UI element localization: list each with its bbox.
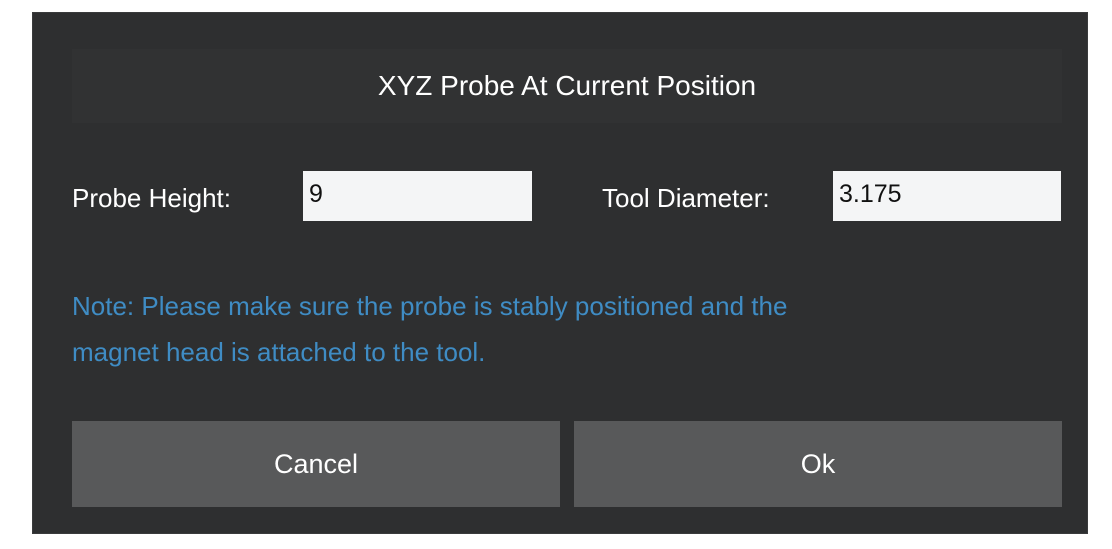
tool-diameter-label: Tool Diameter: xyxy=(602,183,770,213)
ok-button-label: Ok xyxy=(800,448,836,479)
probe-dialog: XYZ Probe At Current Position Probe Heig… xyxy=(32,12,1088,534)
probe-note-line-1: Note: Please make sure the probe is stab… xyxy=(72,291,788,321)
dialog-title-bar: XYZ Probe At Current Position xyxy=(72,49,1062,123)
probe-height-label: Probe Height: xyxy=(72,183,231,213)
cancel-button[interactable]: Cancel xyxy=(72,421,560,507)
probe-height-input[interactable]: 9 xyxy=(303,171,532,221)
cancel-button-label: Cancel xyxy=(273,448,359,479)
probe-note: Note: Please make sure the probe is stab… xyxy=(72,283,1062,375)
probe-note-line-2: magnet head is attached to the tool. xyxy=(72,337,486,367)
tool-diameter-input[interactable]: 3.175 xyxy=(833,171,1061,221)
dialog-title: XYZ Probe At Current Position xyxy=(377,70,757,101)
ok-button[interactable]: Ok xyxy=(574,421,1062,507)
